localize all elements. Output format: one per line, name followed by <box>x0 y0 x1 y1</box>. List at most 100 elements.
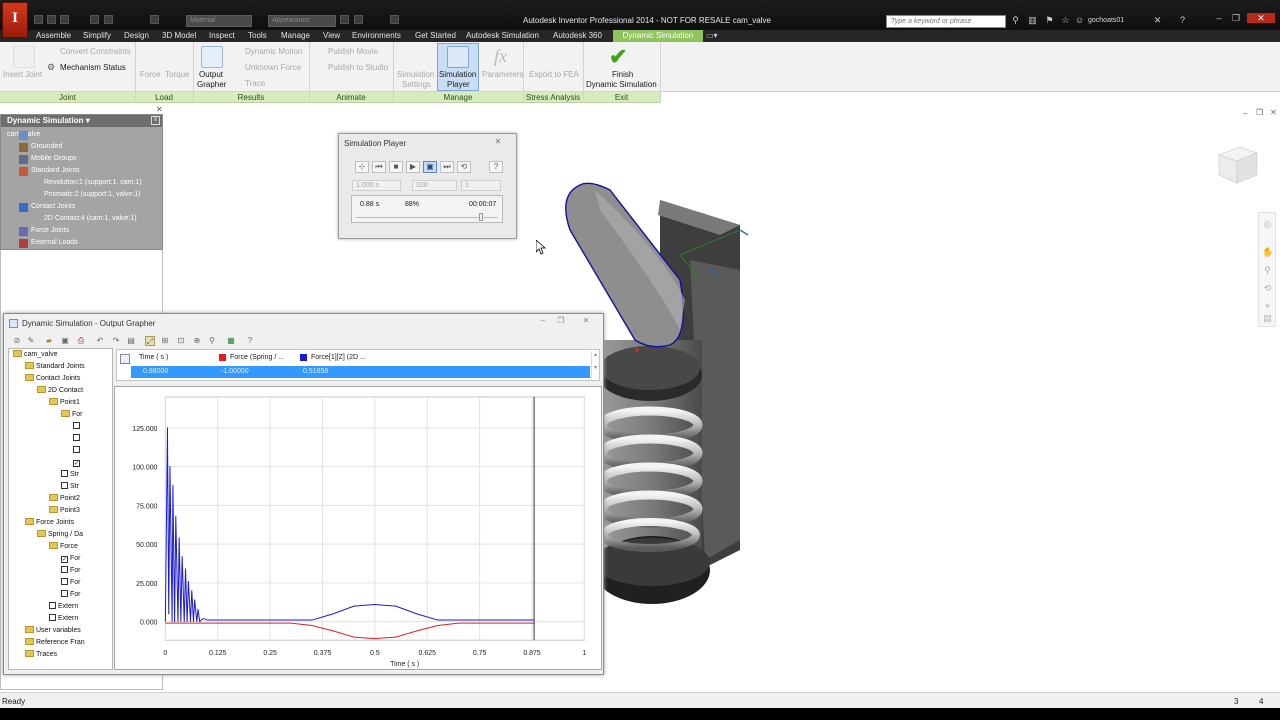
checkbox[interactable] <box>61 566 68 573</box>
exchange-icon[interactable]: ✕ <box>1152 15 1163 26</box>
zoom-window-icon[interactable]: ⊡ <box>176 336 186 346</box>
browser-item-mobile-groups[interactable]: Mobile Groups <box>31 153 77 165</box>
grapher-maximize-icon[interactable]: ❐ <box>554 316 568 328</box>
checkbox[interactable] <box>49 602 56 609</box>
table-row[interactable] <box>131 366 590 378</box>
zoom-all-icon[interactable]: ⊕ <box>192 336 202 346</box>
user-icon[interactable]: ☺ <box>1074 15 1085 26</box>
grapher-tree-item[interactable]: For <box>9 577 112 589</box>
end-time-field[interactable]: 1.000 s <box>352 180 401 191</box>
tab-manage[interactable]: Manage <box>281 30 310 42</box>
convert-constraints-button[interactable]: Convert Constraints <box>60 47 131 56</box>
trace-button[interactable]: Trace <box>245 79 265 88</box>
grapher-tree-item[interactable]: Traces <box>9 649 112 661</box>
parameters-button[interactable]: Parameters <box>482 70 523 79</box>
fast-forward-button[interactable]: ⏭ <box>440 161 454 173</box>
viewport-restore-icon[interactable]: ❐ <box>1256 108 1263 117</box>
grapher-tree-item[interactable]: ✓ For <box>9 553 112 565</box>
grapher-help-icon[interactable]: ? <box>245 336 255 346</box>
fit-icon[interactable]: ⊞ <box>160 336 170 346</box>
undo-icon[interactable]: ↶ <box>95 336 105 346</box>
play-results-button[interactable]: ▣ <box>423 161 437 173</box>
undo-icon[interactable] <box>90 15 99 24</box>
tab-get-started[interactable]: Get Started <box>415 30 456 42</box>
screen-refresh-button[interactable]: ? <box>489 161 503 173</box>
tab-3d-model[interactable]: 3D Model <box>162 30 196 42</box>
open-icon[interactable]: ▰ <box>44 336 54 346</box>
construction-mode-button[interactable]: ⊹ <box>355 161 369 173</box>
pan-icon[interactable]: ✋ <box>1262 247 1273 258</box>
binoculars-icon[interactable]: ⚲ <box>1010 15 1021 26</box>
grapher-tree-item[interactable]: Point1 <box>9 397 112 409</box>
checkbox[interactable] <box>73 434 80 441</box>
excel-export-icon[interactable]: ▦ <box>226 336 236 346</box>
edit-icon[interactable]: ✎ <box>26 336 36 346</box>
output-grapher-button[interactable]: Output <box>199 70 223 79</box>
group-manage[interactable]: Manage <box>393 93 523 102</box>
grapher-tree-item[interactable]: Contact Joints <box>9 373 112 385</box>
force-button[interactable]: Force <box>140 70 160 79</box>
grapher-tree-item[interactable]: Str <box>9 469 112 481</box>
unknown-force-button[interactable]: Unknown Force <box>245 63 301 72</box>
images-field[interactable]: 100 <box>412 180 457 191</box>
browser-item-prismatic[interactable]: Prismatic:2 (support:1, valve:1) <box>44 189 140 201</box>
browser-menu-icon[interactable]: ≡ <box>151 116 160 125</box>
tab-autodesk-simulation[interactable]: Autodesk Simulation <box>466 30 539 42</box>
redo-icon[interactable]: ↷ <box>111 336 121 346</box>
tab-tools[interactable]: Tools <box>248 30 267 42</box>
simulation-player-close-icon[interactable]: ✕ <box>491 137 505 147</box>
browser-item-2d-contact[interactable]: 2D Contact:4 (cam:1, valve:1) <box>44 213 137 225</box>
grapher-tree-item[interactable]: Point3 <box>9 505 112 517</box>
grapher-tree-item[interactable]: Spring / Da <box>9 529 112 541</box>
grapher-tree-item[interactable]: For <box>9 565 112 577</box>
dynamic-motion-button[interactable]: Dynamic Motion <box>245 47 302 56</box>
grapher-tree-item[interactable]: cam_valve <box>9 349 112 361</box>
nav-options-icon[interactable]: ▤ <box>1262 313 1273 324</box>
checkbox[interactable] <box>61 590 68 597</box>
tab-environments[interactable]: Environments <box>352 30 401 42</box>
browser-close-icon[interactable]: ✕ <box>156 105 163 114</box>
user-name[interactable]: gochoats01 <box>1088 17 1124 24</box>
grapher-tree-item[interactable]: User variables <box>9 625 112 637</box>
select-icon[interactable] <box>150 15 159 24</box>
minimize-icon[interactable]: – <box>1212 13 1226 23</box>
filter-field[interactable]: 1 <box>461 180 501 191</box>
grapher-tree-item[interactable]: 2D Contact <box>9 385 112 397</box>
material-dropdown[interactable]: Material <box>186 15 252 27</box>
viewport-close-icon[interactable]: ✕ <box>1270 108 1277 117</box>
help-icon[interactable]: ? <box>1177 15 1188 26</box>
grapher-tree-item[interactable]: For <box>9 589 112 601</box>
clear-icon[interactable] <box>354 15 363 24</box>
close-icon[interactable]: ✕ <box>1247 13 1275 23</box>
checkbox-checked[interactable]: ✓ <box>73 460 80 467</box>
simulation-settings-button[interactable]: Simulation <box>397 70 434 79</box>
checkbox[interactable] <box>73 422 80 429</box>
browser-item-contact-joints[interactable]: Contact Joints <box>31 201 75 213</box>
zoom-icon[interactable]: ⚲ <box>1262 265 1273 276</box>
column-header-time[interactable]: Time ( s ) <box>139 354 168 361</box>
checkbox[interactable] <box>73 446 80 453</box>
grapher-tree-item[interactable]: Str <box>9 481 112 493</box>
grapher-tree-item[interactable]: Force <box>9 541 112 553</box>
grapher-tree-item[interactable]: Force Joints <box>9 517 112 529</box>
communication-icon[interactable]: ⚑ <box>1044 15 1055 26</box>
help-search-input[interactable]: Type a keyword or phrase <box>886 15 1006 28</box>
checkbox[interactable] <box>49 614 56 621</box>
browser-item-revolution[interactable]: Revolution:1 (support:1, cam:1) <box>44 177 142 189</box>
viewport-minimize-icon[interactable]: – <box>1243 109 1247 118</box>
grapher-close-icon[interactable]: ✕ <box>576 316 596 328</box>
simulation-progress-track[interactable] <box>356 217 498 218</box>
orbit-icon[interactable]: ⟲ <box>1262 283 1273 294</box>
checkbox[interactable] <box>61 578 68 585</box>
simulation-progress-thumb[interactable] <box>478 213 483 221</box>
grapher-tree-item[interactable]: ✓ <box>9 457 112 469</box>
subscription-icon[interactable]: ▥ <box>1027 15 1038 26</box>
open-icon[interactable] <box>47 15 56 24</box>
grapher-tree-item[interactable]: Point2 <box>9 493 112 505</box>
grapher-tree-item[interactable]: Extern <box>9 613 112 625</box>
parameters-icon[interactable] <box>390 15 399 24</box>
appearance-dropdown[interactable]: Appearance <box>268 15 336 27</box>
restore-icon[interactable]: ❐ <box>1229 13 1243 23</box>
grapher-minimize-icon[interactable]: – <box>536 316 550 328</box>
new-icon[interactable] <box>34 15 43 24</box>
